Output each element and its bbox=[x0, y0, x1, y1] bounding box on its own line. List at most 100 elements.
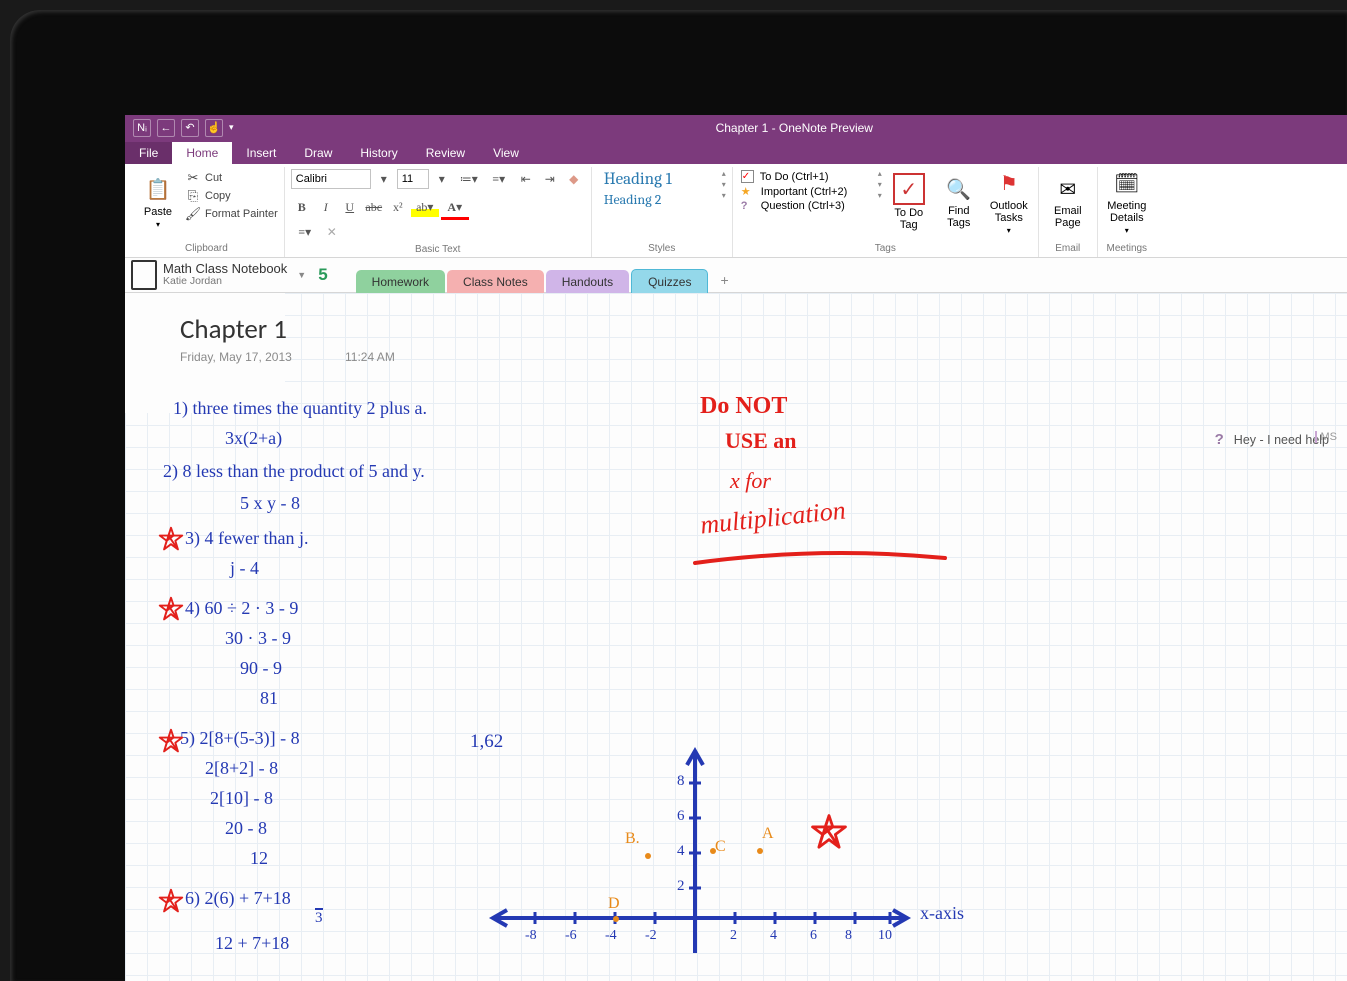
todo-tag-button[interactable]: ✓To Do Tag bbox=[886, 169, 932, 235]
tags-up-icon[interactable]: ▴ bbox=[878, 169, 882, 178]
tab-insert[interactable]: Insert bbox=[232, 142, 290, 164]
indent-icon[interactable]: ⇥ bbox=[539, 169, 561, 189]
ink-line-2: 3x(2+a) bbox=[225, 428, 282, 449]
red-star-mark bbox=[158, 526, 184, 552]
section-tab-quizzes[interactable]: Quizzes bbox=[631, 269, 708, 293]
chevron-down-icon: ▼ bbox=[297, 270, 306, 280]
bold-button[interactable]: B bbox=[291, 197, 313, 217]
axis-y4: 4 bbox=[677, 843, 685, 860]
page-canvas[interactable]: Chapter 1 Friday, May 17, 2013 11:24 AM … bbox=[125, 293, 1347, 981]
subscript-button[interactable]: x² bbox=[387, 197, 409, 217]
tag-question[interactable]: ?Question (Ctrl+3) bbox=[739, 199, 874, 213]
section-tab-homework[interactable]: Homework bbox=[356, 270, 445, 293]
ink-line-13: 2[10] - 8 bbox=[210, 788, 273, 809]
red-star-on-graph bbox=[810, 813, 848, 851]
ink-red-underline bbox=[690, 548, 950, 578]
notebook-badge: 5 bbox=[318, 265, 327, 285]
cut-button[interactable]: ✂Cut bbox=[185, 169, 278, 187]
ink-line-15: 12 bbox=[250, 848, 268, 869]
strike-button[interactable]: abc bbox=[363, 197, 385, 217]
email-page-button[interactable]: ✉Email Page bbox=[1045, 169, 1091, 235]
font-size-input[interactable] bbox=[397, 169, 429, 189]
tag-todo[interactable]: ✓To Do (Ctrl+1) bbox=[739, 169, 874, 184]
tag-important[interactable]: ★Important (Ctrl+2) bbox=[739, 184, 874, 199]
ink-line-6: j - 4 bbox=[230, 558, 259, 579]
clipboard-group-label: Clipboard bbox=[135, 241, 278, 257]
ink-line-7: 4) 60 ÷ 2 · 3 - 9 bbox=[185, 598, 298, 619]
point-D-dot bbox=[613, 916, 619, 922]
add-section-button[interactable]: + bbox=[710, 268, 738, 292]
chevron-down-icon: ▾ bbox=[156, 220, 160, 229]
tab-home[interactable]: Home bbox=[172, 142, 232, 164]
outdent-icon[interactable]: ⇤ bbox=[515, 169, 537, 189]
page-date: Friday, May 17, 2013 bbox=[180, 350, 292, 364]
clear-format-icon[interactable]: ✕ bbox=[321, 222, 343, 242]
axis-xn6: -6 bbox=[565, 928, 577, 944]
page-title[interactable]: Chapter 1 bbox=[180, 313, 287, 346]
style-up-icon[interactable]: ▴ bbox=[722, 169, 726, 178]
undo-icon[interactable]: ↶ bbox=[181, 119, 199, 137]
tab-file[interactable]: File bbox=[125, 142, 172, 164]
meeting-details-button[interactable]: 🗓Meeting Details▾ bbox=[1104, 169, 1150, 235]
paste-label: Paste bbox=[144, 206, 172, 218]
tab-review[interactable]: Review bbox=[412, 142, 479, 164]
tab-history[interactable]: History bbox=[346, 142, 411, 164]
underline-button[interactable]: U bbox=[339, 197, 361, 217]
axis-x6: 6 bbox=[810, 928, 817, 944]
axis-y2: 2 bbox=[677, 878, 685, 895]
style-heading1[interactable]: Heading 1 bbox=[598, 169, 718, 190]
eraser-icon[interactable]: ◆ bbox=[563, 169, 585, 189]
font-color-icon[interactable]: A▾ bbox=[441, 197, 469, 220]
comment-note[interactable]: ? Hey - I need help bbox=[1215, 431, 1329, 448]
tags-more-icon[interactable]: ▾ bbox=[878, 191, 882, 200]
ribbon: 📋 Paste ▾ ✂Cut ⎘Copy 🖌Format Painter Cli… bbox=[125, 164, 1347, 258]
point-A-dot bbox=[757, 848, 763, 854]
notebook-bar: Math Class Notebook Katie Jordan ▼ 5 Hom… bbox=[125, 258, 1347, 293]
outlook-tasks-button[interactable]: ⚑Outlook Tasks▾ bbox=[986, 169, 1032, 235]
section-tab-classnotes[interactable]: Class Notes bbox=[447, 270, 544, 293]
font-size-dd-icon[interactable]: ▾ bbox=[431, 169, 453, 189]
section-tab-handouts[interactable]: Handouts bbox=[546, 270, 629, 293]
axis-xn4: -4 bbox=[605, 928, 617, 944]
ink-line-14: 20 - 8 bbox=[225, 818, 267, 839]
back-icon[interactable]: ← bbox=[157, 119, 175, 137]
paste-button[interactable]: 📋 Paste ▾ bbox=[135, 169, 181, 235]
axis-xlabel: x-axis bbox=[920, 903, 964, 924]
italic-button[interactable]: I bbox=[315, 197, 337, 217]
red-star-mark bbox=[158, 596, 184, 622]
touch-icon[interactable]: ☝ bbox=[205, 119, 223, 137]
style-down-icon[interactable]: ▾ bbox=[722, 180, 726, 189]
style-more-icon[interactable]: ▾ bbox=[722, 191, 726, 200]
tab-view[interactable]: View bbox=[479, 142, 533, 164]
envelope-icon: ✉ bbox=[1054, 175, 1082, 203]
star-icon: ★ bbox=[741, 185, 755, 198]
tags-group-label: Tags bbox=[739, 241, 1032, 257]
ink-line-16b: 3 bbox=[315, 908, 323, 927]
styles-group-label: Styles bbox=[598, 241, 726, 257]
style-heading2[interactable]: Heading 2 bbox=[598, 190, 718, 209]
numbering-icon[interactable]: ≡▾ bbox=[485, 169, 513, 189]
ink-line-4: 5 x y - 8 bbox=[240, 493, 300, 514]
basictext-group-label: Basic Text bbox=[291, 242, 585, 258]
bullets-icon[interactable]: ≔▾ bbox=[455, 169, 483, 189]
qat-dropdown-icon[interactable]: ▾ bbox=[229, 122, 234, 133]
ink-line-8: 30 · 3 - 9 bbox=[225, 628, 291, 649]
point-C: C bbox=[715, 838, 726, 856]
brush-icon: 🖌 bbox=[185, 206, 201, 222]
notebook-picker[interactable]: Math Class Notebook Katie Jordan ▼ 5 bbox=[131, 260, 328, 290]
ink-line-12: 2[8+2] - 8 bbox=[205, 758, 278, 779]
format-painter-button[interactable]: 🖌Format Painter bbox=[185, 205, 278, 223]
tab-draw[interactable]: Draw bbox=[290, 142, 346, 164]
copy-button[interactable]: ⎘Copy bbox=[185, 187, 278, 205]
font-name-dd-icon[interactable]: ▾ bbox=[373, 169, 395, 189]
find-tags-button[interactable]: 🔍Find Tags bbox=[936, 169, 982, 235]
font-name-input[interactable] bbox=[291, 169, 371, 189]
titlebar: Nᵢ ← ↶ ☝ ▾ Chapter 1 - OneNote Preview bbox=[125, 115, 1347, 140]
highlight-icon[interactable]: ab▾ bbox=[411, 197, 439, 217]
align-icon[interactable]: ≡▾ bbox=[291, 222, 319, 242]
comment-initials: MS bbox=[1315, 431, 1338, 443]
tags-down-icon[interactable]: ▾ bbox=[878, 180, 882, 189]
app-icon: Nᵢ bbox=[133, 119, 151, 137]
ink-line-1: 1) three times the quantity 2 plus a. bbox=[173, 398, 427, 419]
notebook-user: Katie Jordan bbox=[163, 276, 287, 288]
